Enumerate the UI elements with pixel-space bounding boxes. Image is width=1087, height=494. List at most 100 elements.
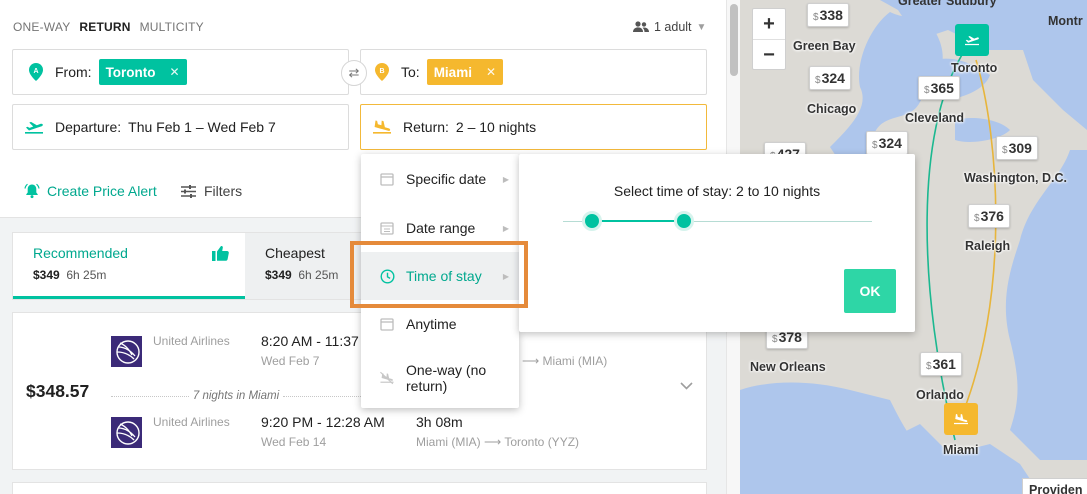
city-label: Washington, D.C. — [964, 171, 1067, 185]
city-label: Montr — [1048, 14, 1083, 28]
filters-button[interactable]: Filters — [181, 183, 242, 199]
origin-pin-icon: A — [29, 63, 43, 81]
city-label: Miami — [943, 443, 979, 457]
map-price-marker[interactable]: $376 — [968, 204, 1010, 228]
option-specific-date[interactable]: Specific date ▶ — [361, 154, 519, 204]
create-price-alert-label: Create Price Alert — [47, 183, 157, 199]
time-of-stay-popup: Select time of stay: 2 to 10 nights OK — [519, 154, 915, 332]
svg-text:B: B — [379, 68, 384, 75]
swap-icon[interactable]: ⇄ — [341, 60, 367, 86]
tab-summary: $349 6h 25m — [33, 268, 225, 282]
departure-value: Thu Feb 1 – Wed Feb 7 — [128, 119, 276, 135]
selection-highlight — [350, 241, 528, 308]
destination-pin-icon: B — [375, 63, 389, 81]
passenger-count: 1 adult — [654, 20, 692, 34]
map-price-marker[interactable]: $309 — [996, 136, 1038, 160]
map-price-value: 338 — [819, 7, 843, 23]
city-label: Raleigh — [965, 239, 1011, 253]
chevron-down-icon: ▼ — [696, 21, 707, 33]
outbound-destination-label: Miami (MIA) — [542, 354, 608, 368]
map-price-marker[interactable]: $324 — [866, 131, 908, 155]
map-price-value: 376 — [980, 208, 1004, 224]
from-field[interactable]: A From: Toronto ✕ — [12, 49, 349, 95]
origin-chip: Toronto ✕ — [98, 59, 187, 85]
map-price-marker[interactable]: $338 — [807, 3, 849, 27]
result-card[interactable]: $348.57 United Airlines 8:20 AM - 11:37 … — [12, 312, 707, 470]
outbound-time: 8:20 AM - 11:37 — [261, 333, 359, 349]
from-label: From: — [55, 64, 92, 80]
outbound-date: Wed Feb 7 — [261, 354, 320, 368]
inbound-route: Miami (MIA) ⟶ Toronto (YYZ) — [416, 435, 580, 449]
currency-symbol: $ — [815, 75, 821, 86]
city-label: Orlando — [916, 388, 964, 402]
create-price-alert-button[interactable]: Create Price Alert — [24, 183, 157, 199]
stay-length: 7 nights in Miami — [192, 390, 280, 402]
ok-button[interactable]: OK — [844, 269, 896, 313]
result-card[interactable] — [12, 482, 707, 494]
city-label: New Orleans — [750, 360, 826, 374]
currency-symbol: $ — [974, 213, 980, 224]
currency-symbol: $ — [813, 12, 819, 23]
tab-recommended[interactable]: Recommended $349 6h 25m — [13, 233, 245, 299]
trip-type-selector: ONE-WAY RETURN MULTICITY — [13, 20, 204, 34]
city-label: Cleveland — [905, 111, 965, 125]
close-icon[interactable]: ✕ — [170, 65, 180, 79]
stay-divider: 7 nights in Miami — [111, 390, 362, 402]
map-price-marker[interactable]: $365 — [918, 76, 960, 100]
zoom-in-button[interactable]: + — [753, 9, 785, 40]
people-icon — [633, 21, 649, 32]
popup-title: Select time of stay: 2 to 10 nights — [613, 183, 821, 199]
chevron-right-icon: ▶ — [502, 223, 509, 233]
origin-chip-label: Toronto — [105, 64, 156, 80]
calendar-icon — [379, 172, 395, 186]
bell-icon — [24, 183, 40, 199]
min-nights-handle[interactable] — [582, 211, 603, 231]
departure-label: Departure: — [55, 119, 122, 135]
passenger-selector[interactable]: 1 adult ▼ — [633, 20, 706, 34]
map-price-value: 324 — [878, 135, 902, 151]
to-field[interactable]: B To: Miami ✕ — [360, 49, 707, 95]
chevron-down-icon[interactable] — [680, 377, 693, 393]
landing-icon — [954, 413, 968, 425]
inbound-date: Wed Feb 14 — [261, 435, 327, 449]
departure-field[interactable]: Departure: Thu Feb 1 – Wed Feb 7 — [12, 104, 349, 150]
map-price-marker[interactable]: $324 — [809, 66, 851, 90]
option-label: Anytime — [406, 316, 457, 332]
takeoff-icon — [965, 36, 979, 46]
svg-text:A: A — [33, 68, 38, 75]
calendar-range-icon — [379, 221, 395, 235]
city-label: Providen — [1022, 478, 1087, 494]
tab-duration: 6h 25m — [298, 268, 339, 282]
max-nights-handle[interactable] — [673, 211, 694, 231]
option-one-way[interactable]: One-way (no return) — [361, 348, 519, 408]
tab-duration: 6h 25m — [66, 268, 107, 282]
option-label: Specific date — [406, 171, 487, 187]
close-icon[interactable]: ✕ — [486, 65, 496, 79]
currency-symbol: $ — [924, 85, 930, 96]
trip-type-one-way[interactable]: ONE-WAY — [13, 20, 70, 34]
takeoff-icon — [25, 121, 43, 134]
filters-label: Filters — [204, 183, 243, 199]
return-field[interactable]: Return: 2 – 10 nights — [360, 104, 707, 150]
zoom-out-button[interactable]: − — [753, 40, 785, 71]
tab-price: $349 — [33, 268, 60, 282]
result-price: $348.57 — [26, 381, 90, 401]
landing-icon — [373, 120, 391, 134]
trip-type-multicity[interactable]: MULTICITY — [140, 20, 204, 34]
city-label: Green Bay — [793, 39, 856, 53]
destination-airport-marker[interactable] — [944, 403, 978, 435]
calendar-icon — [379, 317, 395, 331]
map-price-value: 365 — [930, 80, 954, 96]
outbound-destination: ⟶ Miami (MIA) — [522, 354, 608, 368]
currency-symbol: $ — [1002, 145, 1008, 156]
option-label: Date range — [406, 220, 476, 236]
inbound-destination: Toronto (YYZ) — [504, 435, 580, 449]
to-label: To: — [401, 64, 420, 80]
currency-symbol: $ — [926, 361, 932, 372]
scrollbar-thumb[interactable] — [730, 4, 738, 76]
origin-airport-marker[interactable] — [955, 24, 989, 56]
tab-title: Recommended — [33, 245, 128, 261]
sliders-icon — [181, 184, 196, 198]
trip-type-return[interactable]: RETURN — [79, 20, 130, 34]
map-price-marker[interactable]: $361 — [920, 352, 962, 376]
